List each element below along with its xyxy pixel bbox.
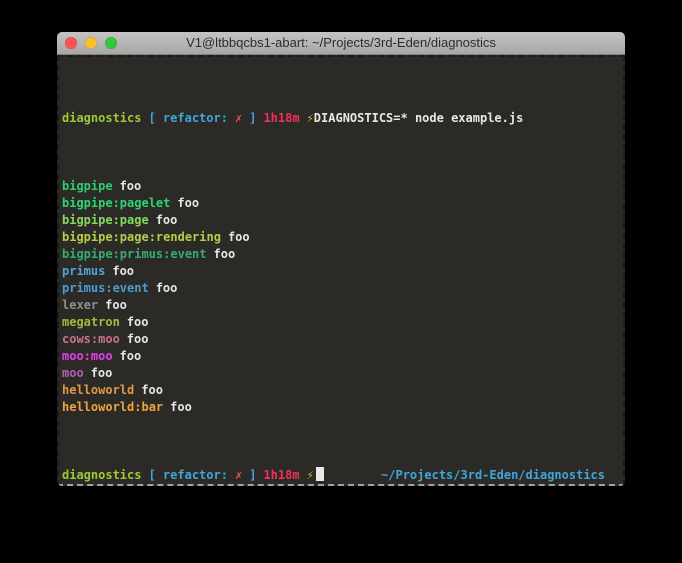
- bolt-icon: ⚡: [307, 468, 314, 482]
- log-namespace: primus: [62, 264, 105, 278]
- log-namespace: moo:moo: [62, 349, 113, 363]
- log-line: bigpipe:primus:event foo: [62, 246, 619, 263]
- log-message: foo: [112, 264, 134, 278]
- cwd-path: ~/Projects/3rd-Eden/diagnostics: [381, 467, 605, 484]
- prompt-line: diagnostics [ refactor: ✗] 1h18m ⚡DIAGNOSTIC…: [62, 110, 619, 127]
- prompt-app-name: diagnostics: [62, 468, 141, 482]
- window-title: V1@ltbbqcbs1-abart: ~/Projects/3rd-Eden/…: [186, 32, 496, 54]
- prompt-vcs-close: ]: [249, 111, 256, 125]
- log-namespace: helloworld:bar: [62, 400, 163, 414]
- log-line: megatron foo: [62, 314, 619, 331]
- terminal-content[interactable]: diagnostics[ refactor:✗]1h18m⚡DIAGNOSTIC…: [57, 55, 625, 486]
- log-message: foo: [141, 383, 163, 397]
- log-namespace: bigpipe: [62, 179, 113, 193]
- log-line: lexer foo: [62, 297, 619, 314]
- log-message: foo: [120, 179, 142, 193]
- log-message: foo: [170, 400, 192, 414]
- bolt-icon: ⚡: [307, 111, 314, 125]
- log-output: bigpipefoobigpipe:pageletfoobigpipe:page…: [62, 178, 619, 416]
- prompt-app-name: diagnostics: [62, 111, 141, 125]
- log-line: bigpipe foo: [62, 178, 619, 195]
- log-message: foo: [127, 332, 149, 346]
- zoom-button[interactable]: [105, 37, 117, 49]
- log-message: foo: [214, 247, 236, 261]
- log-line: bigpipe:page foo: [62, 212, 619, 229]
- log-message: foo: [127, 315, 149, 329]
- log-namespace: bigpipe:primus:event: [62, 247, 207, 261]
- log-message: foo: [91, 366, 113, 380]
- log-line: moo:moo foo: [62, 348, 619, 365]
- prompt-vcs-open: [ refactor:: [148, 468, 227, 482]
- log-message: foo: [156, 213, 178, 227]
- prompt-vcs-close: ]: [249, 468, 256, 482]
- prompt-duration: 1h18m: [263, 468, 299, 482]
- titlebar[interactable]: V1@ltbbqcbs1-abart: ~/Projects/3rd-Eden/…: [57, 32, 625, 55]
- log-namespace: cows:moo: [62, 332, 120, 346]
- log-line: helloworld:bar foo: [62, 399, 619, 416]
- current-prompt-line: diagnostics [ refactor: ✗] 1h18m ⚡ ~/Project…: [62, 467, 619, 484]
- log-line: bigpipe:pagelet foo: [62, 195, 619, 212]
- close-button[interactable]: [65, 37, 77, 49]
- log-line: bigpipe:page:rendering foo: [62, 229, 619, 246]
- log-message: foo: [177, 196, 199, 210]
- log-message: foo: [105, 298, 127, 312]
- log-line: moofoo: [62, 365, 619, 382]
- log-namespace: bigpipe:page:rendering: [62, 230, 221, 244]
- text-cursor: [316, 467, 324, 481]
- log-line: helloworld foo: [62, 382, 619, 399]
- log-line: primus foo: [62, 263, 619, 280]
- log-namespace: primus:event: [62, 281, 149, 295]
- terminal-window: V1@ltbbqcbs1-abart: ~/Projects/3rd-Eden/…: [57, 32, 625, 486]
- prompt-vcs-open: [ refactor:: [148, 111, 227, 125]
- log-message: foo: [156, 281, 178, 295]
- log-namespace: megatron: [62, 315, 120, 329]
- traffic-lights: [65, 32, 117, 54]
- log-message: foo: [120, 349, 142, 363]
- log-namespace: bigpipe:pagelet: [62, 196, 170, 210]
- x-icon: ✗: [235, 111, 242, 125]
- log-namespace: helloworld: [62, 383, 134, 397]
- prompt-duration: 1h18m: [263, 111, 299, 125]
- log-line: primus:event foo: [62, 280, 619, 297]
- x-icon: ✗: [235, 468, 242, 482]
- log-line: cows:moo foo: [62, 331, 619, 348]
- log-namespace: moo: [62, 366, 84, 380]
- log-message: foo: [228, 230, 250, 244]
- minimize-button[interactable]: [85, 37, 97, 49]
- log-namespace: bigpipe:page: [62, 213, 149, 227]
- command-text: DIAGNOSTICS=* node example.js: [314, 111, 524, 125]
- prompt-left: diagnostics [ refactor: ✗] 1h18m ⚡: [62, 467, 324, 484]
- log-namespace: lexer: [62, 298, 98, 312]
